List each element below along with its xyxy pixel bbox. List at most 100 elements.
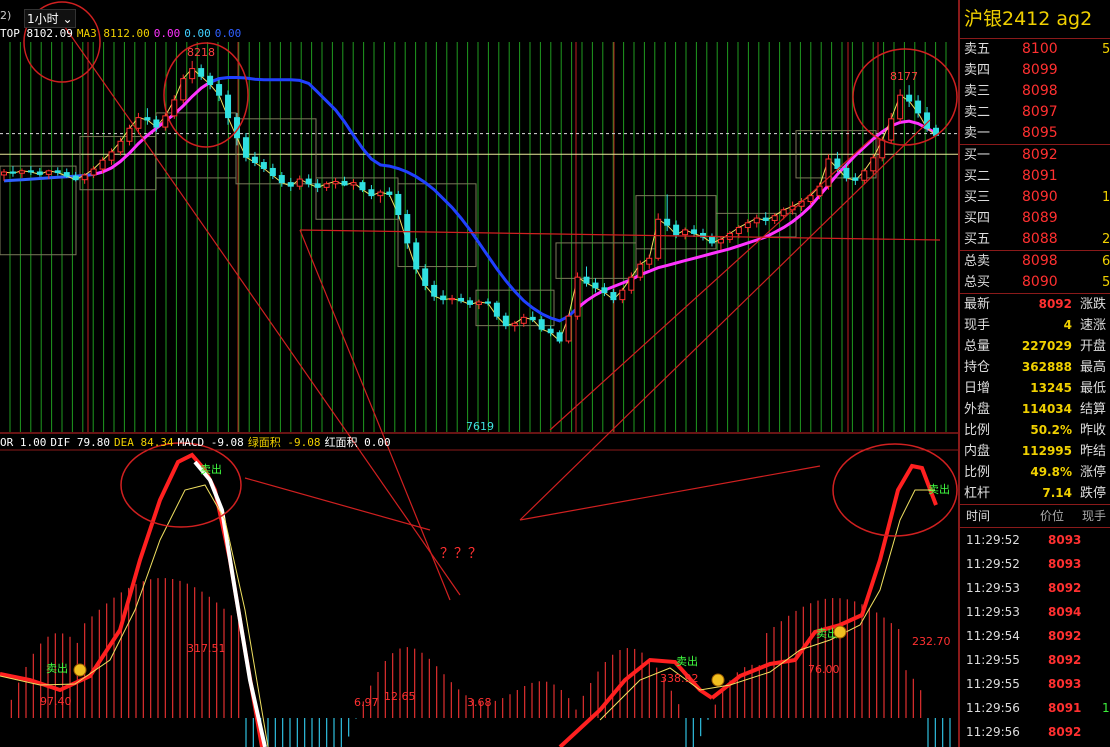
tick-price: 8093	[1048, 677, 1082, 691]
highlight-circle	[852, 48, 958, 146]
stat-label: 外盘	[964, 402, 991, 417]
candle-body	[153, 119, 160, 128]
level-label: 买五	[964, 232, 991, 247]
candle-body	[341, 180, 348, 186]
candle-body	[9, 171, 16, 174]
level-label: 卖四	[964, 63, 991, 78]
candle-body	[888, 118, 895, 141]
main-indicator-legend: TOP 8102.09 MA3 8112.00 0.00 0.00 0.00	[0, 27, 245, 43]
range-boxes	[0, 112, 877, 327]
legend-item: 红面积 0.00	[324, 436, 391, 449]
sell-signal-label: 卖出	[676, 654, 698, 668]
candle-body	[843, 167, 850, 179]
tick-row[interactable]: 11:29:54 8092	[960, 624, 1110, 648]
tick-time: 11:29:56	[966, 701, 1020, 715]
annotations: 8218 8177 7619 ？？？ 97.40 317.51 6.97 12.65 3.68 3…	[23, 1, 958, 709]
macd-value-label: 317.51	[187, 642, 226, 655]
ask-row[interactable]: 卖二 8097	[960, 102, 1110, 123]
tick-row[interactable]: 11:29:55 8092	[960, 648, 1110, 672]
total-row[interactable]: 总卖 8098 6	[960, 251, 1110, 272]
legend-item: MACD -9.08	[177, 436, 244, 449]
question-label: ？？？	[440, 546, 482, 562]
candle-body	[520, 316, 527, 324]
bid-row[interactable]: 买一 8092	[960, 145, 1110, 166]
stat-row: 外盘 114034 结算	[960, 399, 1110, 420]
total-row[interactable]: 总买 8090 5	[960, 272, 1110, 293]
stats-table: 最新 8092 涨跌 现手 4 速涨 总量 227029 开盘 持仓 362888 最高 日增 13245…	[960, 294, 1110, 504]
ask-row[interactable]: 卖四 8099	[960, 60, 1110, 81]
stat-label: 持仓	[964, 360, 991, 375]
bid-row[interactable]: 买三 8090 1	[960, 187, 1110, 208]
stat-label-2: 昨结	[1080, 444, 1107, 459]
stat-label: 比例	[964, 423, 991, 438]
bid-row[interactable]: 买二 8091	[960, 166, 1110, 187]
candle-body	[475, 301, 482, 305]
stat-label-2: 最高	[1080, 360, 1107, 375]
candle-body	[278, 175, 285, 184]
candle-body	[682, 229, 689, 236]
level-label: 卖三	[964, 84, 991, 99]
ask-row[interactable]: 卖三 8098	[960, 81, 1110, 102]
dif-line-white	[193, 460, 267, 747]
candle-body	[54, 170, 61, 174]
bid-levels: 买一 8092 买二 8091 买三 8090 1 买四 8089 买五 8088 2	[960, 145, 1110, 251]
tick-volume: 1(	[1102, 701, 1110, 715]
bid-row[interactable]: 买四 8089	[960, 208, 1110, 229]
candle-body	[825, 158, 832, 187]
candle-body	[780, 209, 787, 217]
candle-body	[395, 193, 402, 216]
kline-macd-chart[interactable]: 8218 8177 7619 ？？？ 97.40 317.51 6.97 12.65 3.68 3…	[0, 0, 958, 747]
ask-row[interactable]: 卖五 8100 5	[960, 39, 1110, 60]
level-price: 8099	[1022, 62, 1058, 78]
candle-body	[708, 236, 715, 244]
annotation-arrow	[299, 229, 941, 241]
tick-time: 11:29:54	[966, 629, 1020, 643]
annotation-arrow	[519, 465, 821, 521]
tick-row[interactable]: 11:29:56 8092	[960, 720, 1110, 744]
candle-body	[198, 68, 205, 77]
tick-row[interactable]: 11:29:52 8093	[960, 552, 1110, 576]
tick-row[interactable]: 11:29:55 8093	[960, 672, 1110, 696]
level-price: 8092	[1022, 147, 1058, 163]
ticks-header-time: 时间	[966, 509, 991, 523]
candle-body	[296, 178, 303, 187]
candle-body	[565, 315, 572, 342]
tick-row[interactable]: 11:29:52 8093	[960, 528, 1110, 552]
candle-body	[36, 171, 43, 175]
stat-row: 比例 49.8% 涨停	[960, 462, 1110, 483]
candle-body	[915, 100, 922, 114]
low-label: 7619	[466, 420, 494, 433]
candle-body	[906, 94, 913, 102]
bid-row[interactable]: 买五 8088 2	[960, 229, 1110, 250]
candle-body	[305, 178, 312, 185]
level-price: 8097	[1022, 104, 1058, 120]
stat-label-2: 涨跌	[1080, 297, 1107, 312]
candle-body	[744, 222, 751, 229]
candle-body	[556, 332, 563, 342]
tick-list[interactable]: 11:29:52 8093 11:29:52 8093 11:29:53 8092 11:2…	[960, 528, 1110, 744]
tick-row[interactable]: 11:29:53 8094	[960, 600, 1110, 624]
ask-row[interactable]: 卖一 8095	[960, 123, 1110, 144]
legend-item: TOP 8102.09	[0, 27, 73, 40]
chart-area[interactable]: 8218 8177 7619 ？？？ 97.40 317.51 6.97 12.65 3.68 3…	[0, 0, 958, 747]
candle-body	[189, 68, 196, 80]
tick-row[interactable]: 11:29:56 8091 1(	[960, 696, 1110, 720]
stat-row: 最新 8092 涨跌	[960, 294, 1110, 315]
level-label: 总买	[964, 275, 991, 290]
candle-body	[879, 139, 886, 159]
macd-value-label: 3.68	[467, 696, 492, 709]
candle-body	[834, 158, 841, 169]
tick-row[interactable]: 11:29:53 8092	[960, 576, 1110, 600]
level-price: 8100	[1022, 41, 1058, 57]
stat-label-2: 速涨	[1080, 318, 1107, 333]
period-dropdown[interactable]: 1小时 ⌄	[24, 9, 76, 28]
legend-item: 绿面积 -9.08	[247, 436, 321, 449]
ma-line	[576, 184, 830, 310]
candle-body	[368, 189, 375, 197]
level-label: 买二	[964, 169, 991, 184]
candle-body	[422, 268, 429, 286]
level-volume: 2	[1102, 232, 1110, 247]
stat-value: 4	[1063, 318, 1072, 332]
tick-time: 11:29:52	[966, 557, 1020, 571]
stat-value: 362888	[1021, 360, 1072, 374]
